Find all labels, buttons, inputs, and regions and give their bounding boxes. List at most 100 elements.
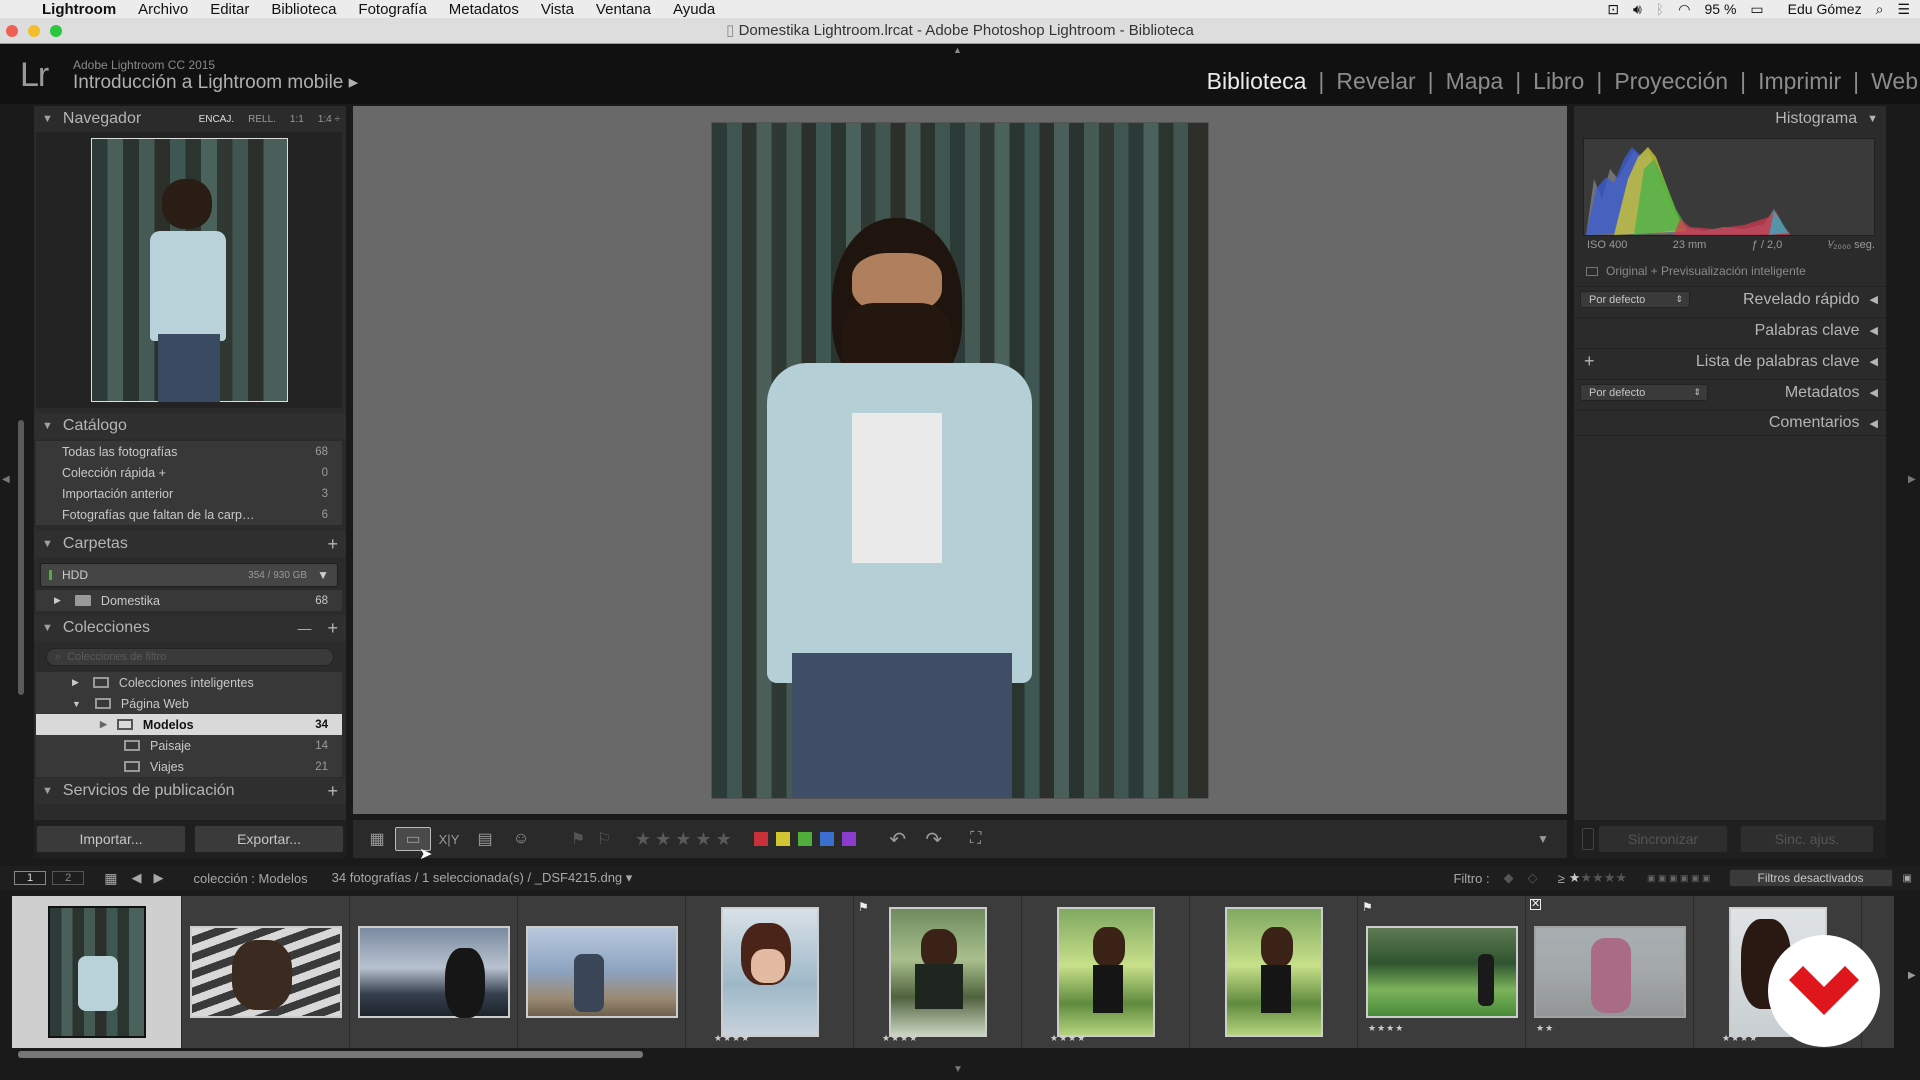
- zoom-fit[interactable]: ENCAJ.: [199, 114, 235, 125]
- film-cell[interactable]: ⚑ ★★★★: [854, 896, 1022, 1048]
- module-libro[interactable]: Libro: [1533, 68, 1584, 95]
- auto-sync-switch[interactable]: [1582, 828, 1594, 850]
- film-thumbnail[interactable]: [1533, 926, 1686, 1018]
- film-thumbnail[interactable]: [1365, 926, 1518, 1018]
- color-label-green[interactable]: [797, 832, 812, 846]
- grid-view-icon[interactable]: ▦: [359, 827, 395, 851]
- grid-view-icon[interactable]: ▦: [104, 870, 117, 887]
- collection-item[interactable]: Viajes 21: [36, 756, 342, 777]
- film-cell-selected[interactable]: [12, 896, 182, 1048]
- forward-arrow-icon[interactable]: ▶: [153, 870, 163, 886]
- rotate-left-icon[interactable]: ↶: [880, 827, 916, 851]
- star-icon[interactable]: ★: [675, 829, 691, 849]
- film-thumbnail[interactable]: [720, 907, 819, 1037]
- collapse-triangle-icon[interactable]: ▼: [1867, 113, 1878, 125]
- film-cell[interactable]: [518, 896, 686, 1048]
- catalog-item[interactable]: Importación anterior 3: [36, 483, 342, 504]
- flag-pick-icon[interactable]: ⚑: [565, 827, 591, 851]
- collection-set-item[interactable]: ▼ Página Web: [36, 693, 342, 714]
- collapse-triangle-icon[interactable]: ▼: [42, 785, 53, 797]
- filmstrip-scrollbar[interactable]: [18, 1051, 643, 1058]
- film-thumbnail[interactable]: [1056, 907, 1155, 1037]
- quick-develop-preset-select[interactable]: Por defecto ⇕: [1580, 291, 1690, 308]
- menu-metadatos[interactable]: Metadatos: [449, 1, 519, 18]
- histogram-chart[interactable]: [1583, 138, 1875, 236]
- star-icon[interactable]: ★: [716, 829, 732, 849]
- collections-filter[interactable]: ⌕ Colecciones de filtro: [46, 648, 334, 666]
- film-thumbnail[interactable]: [525, 926, 678, 1018]
- sync-button[interactable]: Sincronizar: [1598, 825, 1728, 853]
- expand-triangle-icon[interactable]: ◀: [1870, 324, 1878, 337]
- folders-header[interactable]: ▼ Carpetas +: [34, 531, 346, 557]
- module-revelar[interactable]: Revelar: [1336, 68, 1415, 95]
- collection-item-selected[interactable]: ▶ Modelos 34: [36, 714, 342, 735]
- film-cell[interactable]: [1190, 896, 1358, 1048]
- color-label-blue[interactable]: [819, 832, 834, 846]
- crop-overlay-icon[interactable]: ⛶: [958, 827, 994, 851]
- expand-triangle-icon[interactable]: ◀: [1870, 417, 1878, 430]
- sync-settings-button[interactable]: Sinc. ajus.: [1740, 825, 1874, 853]
- notification-center-icon[interactable]: ☰: [1897, 1, 1910, 18]
- wifi-icon[interactable]: ◠: [1678, 1, 1690, 18]
- bluetooth-icon[interactable]: ᛒ: [1656, 1, 1664, 17]
- add-collection-button[interactable]: +: [327, 618, 346, 639]
- add-folder-button[interactable]: +: [327, 534, 346, 555]
- color-label-red[interactable]: [753, 832, 768, 846]
- star-icon[interactable]: ★: [695, 829, 711, 849]
- module-mapa[interactable]: Mapa: [1446, 68, 1504, 95]
- screen-2-button[interactable]: 2: [52, 871, 85, 885]
- volume-bar[interactable]: HDD 354 / 930 GB ▼: [40, 563, 338, 587]
- close-window-icon[interactable]: [6, 25, 18, 37]
- filmstrip-info[interactable]: 34 fotografías / 1 seleccionada(s) / _DS…: [332, 870, 633, 886]
- minimize-window-icon[interactable]: [28, 25, 40, 37]
- menu-biblioteca[interactable]: Biblioteca: [271, 1, 336, 18]
- filter-unflag-icon[interactable]: ◇: [1528, 870, 1538, 886]
- menu-ayuda[interactable]: Ayuda: [673, 1, 715, 18]
- film-thumbnail[interactable]: [47, 906, 146, 1038]
- film-cell[interactable]: ★★★★: [686, 896, 854, 1048]
- catalog-item[interactable]: Colección rápida +0: [36, 462, 342, 483]
- navigator-thumbnail[interactable]: [91, 138, 288, 402]
- screen-1-button[interactable]: 1: [14, 871, 47, 885]
- filter-flag-icon[interactable]: ◆: [1504, 870, 1514, 886]
- collections-header[interactable]: ▼ Colecciones — +: [34, 615, 346, 641]
- navigator-header[interactable]: ▼ Navegador ENCAJ. RELL. 1:1 1:4 ÷: [34, 106, 346, 132]
- expand-triangle-icon[interactable]: ◀: [1870, 386, 1878, 399]
- people-view-icon[interactable]: ☺: [503, 827, 539, 851]
- remove-collection-button[interactable]: —: [297, 620, 311, 636]
- catalog-item[interactable]: Fotografías que faltan de la carp… 6: [36, 504, 342, 525]
- import-button[interactable]: Importar...: [36, 825, 186, 853]
- film-cell[interactable]: [182, 896, 350, 1048]
- keyword-list-header[interactable]: + Lista de palabras clave ◀: [1574, 348, 1886, 374]
- folder-item[interactable]: ▶ Domestika 68: [36, 590, 342, 611]
- filter-stars[interactable]: ★★★★★: [1569, 870, 1627, 886]
- module-biblioteca[interactable]: Biblioteca: [1207, 68, 1307, 95]
- menu-archivo[interactable]: Archivo: [138, 1, 188, 18]
- film-cell[interactable]: ✕ ★★: [1526, 896, 1694, 1048]
- collection-item[interactable]: Paisaje 14: [36, 735, 342, 756]
- add-publish-service-button[interactable]: +: [327, 781, 346, 802]
- menu-vista[interactable]: Vista: [541, 1, 574, 18]
- catalog-item[interactable]: Todas las fotografías 68: [36, 441, 342, 462]
- compare-view-icon[interactable]: X|Y: [431, 827, 467, 851]
- zoom-window-icon[interactable]: [50, 25, 62, 37]
- battery-icon[interactable]: ▭: [1750, 1, 1763, 18]
- film-cell[interactable]: ⚑ ★★★★: [1358, 896, 1526, 1048]
- menu-fotografia[interactable]: Fotografía: [358, 1, 426, 18]
- zoom-1-1[interactable]: 1:1: [290, 114, 304, 125]
- filter-lock-icon[interactable]: ▣: [1903, 873, 1912, 884]
- film-thumbnail[interactable]: [1224, 907, 1323, 1037]
- top-panel-toggle-icon[interactable]: ▲: [953, 45, 962, 55]
- star-icon[interactable]: ★: [635, 829, 651, 849]
- module-proyeccion[interactable]: Proyección: [1614, 68, 1728, 95]
- filmstrip-scroll-right-icon[interactable]: ▶: [1908, 970, 1916, 981]
- filter-color-labels[interactable]: ▣ ▣ ▣ ▣ ▣ ▣: [1647, 873, 1711, 884]
- survey-view-icon[interactable]: ▤: [467, 827, 503, 851]
- export-button[interactable]: Exportar...: [194, 825, 344, 853]
- comments-header[interactable]: Comentarios ◀: [1574, 410, 1886, 436]
- add-keyword-button[interactable]: +: [1584, 351, 1595, 372]
- rating-stars[interactable]: ★ ★ ★ ★ ★: [633, 829, 734, 850]
- collapse-triangle-icon[interactable]: ▼: [72, 699, 81, 709]
- collapse-triangle-icon[interactable]: ▼: [42, 113, 53, 125]
- right-panel-toggle-icon[interactable]: ▶: [1908, 474, 1916, 485]
